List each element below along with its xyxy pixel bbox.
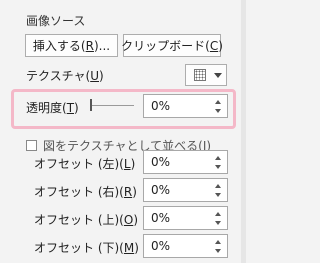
offset-bottom-key: M [123, 241, 135, 255]
spin-down-icon[interactable] [215, 193, 221, 197]
offset-left-key: L [123, 157, 131, 171]
offset-left-value[interactable]: 0% [151, 155, 170, 169]
texture-label: テクスチャ(U) [26, 67, 104, 84]
clipboard-button-key: C [209, 38, 219, 53]
clipboard-button[interactable]: クリップボード(C) [121, 34, 223, 57]
spin-down-icon[interactable] [215, 249, 221, 253]
texture-label-text: テクスチャ( [26, 69, 91, 83]
texture-label-key: U [90, 69, 99, 83]
offset-top-text: オフセット (上)( [34, 213, 124, 227]
transparency-spinner[interactable]: 0% [143, 94, 228, 118]
texture-label-suffix: ) [99, 69, 104, 83]
transparency-label: 透明度(T) [26, 99, 79, 116]
spin-up-icon[interactable] [215, 156, 221, 160]
clipboard-button-suffix: ) [218, 38, 223, 53]
tile-texture-checkbox[interactable] [26, 140, 37, 151]
offset-top-key: O [123, 213, 134, 227]
transparency-slider-track[interactable] [90, 105, 134, 106]
offset-right-text: オフセット (右)( [34, 185, 124, 199]
transparency-label-key: T [66, 101, 75, 115]
spin-up-icon[interactable] [215, 184, 221, 188]
offset-right-value[interactable]: 0% [151, 183, 170, 197]
offset-bottom-value[interactable]: 0% [151, 239, 170, 253]
offset-left-text: オフセット (左)( [34, 157, 124, 171]
offset-top-value[interactable]: 0% [151, 211, 170, 225]
offset-bottom-suffix: ) [134, 241, 139, 255]
transparency-label-suffix: ) [74, 101, 79, 115]
offset-top-label: オフセット (上)(O) [34, 211, 138, 228]
insert-button-text: 挿入する( [32, 39, 86, 53]
offset-bottom-spinner[interactable]: 0% [143, 234, 228, 258]
insert-button-suffix: )... [93, 38, 111, 53]
transparency-label-text: 透明度( [26, 101, 67, 115]
spin-up-icon[interactable] [215, 212, 221, 216]
offset-right-label: オフセット (右)(R) [34, 183, 137, 200]
texture-swatch-icon [194, 69, 206, 81]
panel-scrollbar[interactable] [241, 0, 246, 263]
offset-left-label: オフセット (左)(L) [34, 155, 135, 172]
spin-down-icon[interactable] [215, 109, 221, 113]
transparency-value[interactable]: 0% [151, 99, 170, 113]
offset-right-key: R [123, 185, 133, 199]
clipboard-button-text: クリップボード( [121, 39, 210, 53]
offset-left-spinner[interactable]: 0% [143, 150, 228, 174]
offset-top-spinner[interactable]: 0% [143, 206, 228, 230]
spin-up-icon[interactable] [215, 100, 221, 104]
offset-right-suffix: ) [132, 185, 137, 199]
insert-picture-button[interactable]: 挿入する(R)... [25, 34, 118, 57]
spin-down-icon[interactable] [215, 165, 221, 169]
offset-bottom-label: オフセット (下)(M) [34, 239, 139, 256]
texture-picker-button[interactable] [185, 64, 227, 86]
insert-button-key: R [85, 38, 94, 53]
offset-top-suffix: ) [133, 213, 139, 227]
image-source-heading: 画像ソース [26, 14, 86, 28]
offset-left-suffix: ) [130, 157, 136, 171]
transparency-slider-thumb[interactable] [90, 99, 92, 111]
spin-down-icon[interactable] [215, 221, 221, 225]
spin-up-icon[interactable] [215, 240, 221, 244]
offset-right-spinner[interactable]: 0% [143, 178, 228, 202]
offset-bottom-text: オフセット (下)( [34, 241, 124, 255]
chevron-down-icon [214, 73, 222, 78]
